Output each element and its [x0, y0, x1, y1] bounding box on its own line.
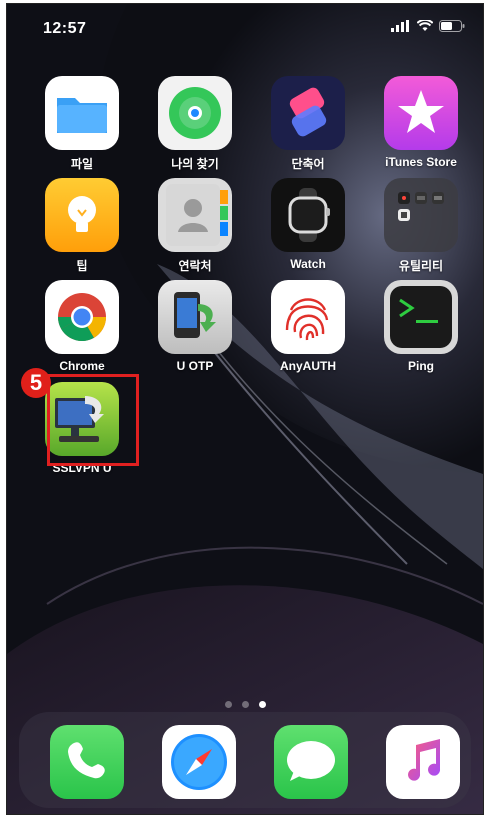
contacts-icon	[158, 178, 232, 252]
app-label: 유틸리티	[398, 259, 444, 273]
wifi-icon	[417, 20, 433, 31]
cellular-signal-icon	[391, 20, 409, 32]
chrome-icon	[45, 280, 119, 354]
app-tips[interactable]: 팁	[37, 178, 127, 274]
app-label: U OTP	[176, 359, 214, 373]
app-label: 파일	[70, 157, 94, 171]
page-dot[interactable]	[224, 701, 232, 708]
page-dot-current[interactable]	[258, 701, 266, 708]
app-anyauth[interactable]: AnyAUTH	[263, 280, 353, 373]
app-label: Chrome	[59, 359, 105, 373]
app-label: 팁	[76, 259, 88, 273]
page-dot[interactable]	[241, 701, 249, 708]
app-files[interactable]: 파일	[37, 76, 127, 172]
find-my-icon	[158, 76, 232, 150]
app-u-otp[interactable]: U OTP	[150, 280, 240, 373]
safari-icon[interactable]	[162, 725, 236, 799]
phone-screen: 12:57 파일 나의 찾기 단축어 iTunes Store 팁 연락처 Wa…	[6, 3, 484, 815]
app-chrome[interactable]: Chrome	[37, 280, 127, 373]
highlight-box	[47, 374, 139, 466]
status-time: 12:57	[43, 20, 87, 37]
phone-icon[interactable]	[50, 725, 124, 799]
page-indicator[interactable]	[7, 701, 483, 708]
app-ping[interactable]: Ping	[376, 280, 466, 373]
app-label: 단축어	[291, 157, 325, 171]
watch-icon	[271, 178, 345, 252]
step-badge: 5	[21, 368, 51, 398]
app-shortcuts[interactable]: 단축어	[263, 76, 353, 172]
app-itunes-store[interactable]: iTunes Store	[376, 76, 466, 169]
battery-icon	[439, 20, 465, 32]
fingerprint-icon	[271, 280, 345, 354]
app-watch[interactable]: Watch	[263, 178, 353, 271]
app-label: iTunes Store	[385, 155, 457, 169]
shortcuts-icon	[271, 76, 345, 150]
files-icon	[45, 76, 119, 150]
tips-icon	[45, 178, 119, 252]
app-label: Watch	[290, 257, 326, 271]
messages-icon[interactable]	[274, 725, 348, 799]
app-utilities-folder[interactable]: 유틸리티	[376, 178, 466, 274]
app-label: AnyAUTH	[280, 359, 336, 373]
app-find-my[interactable]: 나의 찾기	[150, 76, 240, 172]
utilities-folder-icon	[384, 178, 458, 252]
music-icon[interactable]	[386, 725, 460, 799]
terminal-icon	[384, 280, 458, 354]
app-label: Ping	[408, 359, 434, 373]
app-label: 나의 찾기	[171, 157, 219, 171]
status-icons	[391, 20, 465, 32]
status-bar: 12:57	[7, 4, 483, 56]
itunes-store-icon	[384, 76, 458, 150]
app-label: 연락처	[178, 259, 212, 273]
dock	[19, 712, 471, 808]
app-contacts[interactable]: 연락처	[150, 178, 240, 274]
u-otp-icon	[158, 280, 232, 354]
